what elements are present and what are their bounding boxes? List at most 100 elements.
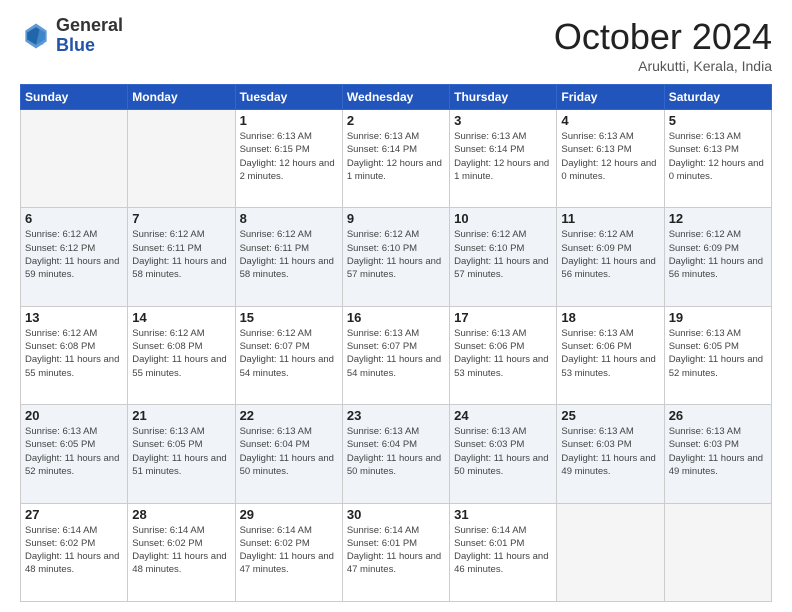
logo-text: General Blue <box>56 16 123 56</box>
calendar-cell: 5 Sunrise: 6:13 AMSunset: 6:13 PMDaylight… <box>664 110 771 208</box>
calendar-cell <box>664 503 771 601</box>
day-info: Sunrise: 6:13 AMSunset: 6:07 PMDaylight:… <box>347 327 445 380</box>
calendar-cell <box>21 110 128 208</box>
day-number: 16 <box>347 310 445 325</box>
calendar-cell <box>128 110 235 208</box>
day-number: 24 <box>454 408 552 423</box>
calendar-cell: 4 Sunrise: 6:13 AMSunset: 6:13 PMDaylight… <box>557 110 664 208</box>
day-info: Sunrise: 6:12 AMSunset: 6:08 PMDaylight:… <box>25 327 123 380</box>
day-number: 14 <box>132 310 230 325</box>
day-info: Sunrise: 6:13 AMSunset: 6:04 PMDaylight:… <box>347 425 445 478</box>
day-info: Sunrise: 6:12 AMSunset: 6:11 PMDaylight:… <box>132 228 230 281</box>
day-info: Sunrise: 6:12 AMSunset: 6:07 PMDaylight:… <box>240 327 338 380</box>
day-number: 9 <box>347 211 445 226</box>
day-info: Sunrise: 6:13 AMSunset: 6:05 PMDaylight:… <box>669 327 767 380</box>
day-number: 2 <box>347 113 445 128</box>
weekday-header: Friday <box>557 85 664 110</box>
day-info: Sunrise: 6:13 AMSunset: 6:03 PMDaylight:… <box>454 425 552 478</box>
day-number: 12 <box>669 211 767 226</box>
calendar-cell: 8 Sunrise: 6:12 AMSunset: 6:11 PMDaylight… <box>235 208 342 306</box>
day-info: Sunrise: 6:13 AMSunset: 6:14 PMDaylight:… <box>454 130 552 183</box>
weekday-header: Tuesday <box>235 85 342 110</box>
day-number: 21 <box>132 408 230 423</box>
day-number: 4 <box>561 113 659 128</box>
day-number: 15 <box>240 310 338 325</box>
calendar-week-row: 13 Sunrise: 6:12 AMSunset: 6:08 PMDayligh… <box>21 306 772 404</box>
day-number: 22 <box>240 408 338 423</box>
calendar-cell: 9 Sunrise: 6:12 AMSunset: 6:10 PMDaylight… <box>342 208 449 306</box>
day-number: 7 <box>132 211 230 226</box>
day-number: 30 <box>347 507 445 522</box>
logo: General Blue <box>20 16 123 56</box>
day-info: Sunrise: 6:12 AMSunset: 6:11 PMDaylight:… <box>240 228 338 281</box>
title-block: October 2024 Arukutti, Kerala, India <box>554 16 772 74</box>
calendar-cell: 25Sunrise: 6:13 AMSunset: 6:03 PMDayligh… <box>557 405 664 503</box>
day-info: Sunrise: 6:12 AMSunset: 6:09 PMDaylight:… <box>669 228 767 281</box>
calendar-cell: 6Sunrise: 6:12 AMSunset: 6:12 PMDaylight… <box>21 208 128 306</box>
day-info: Sunrise: 6:14 AMSunset: 6:02 PMDaylight:… <box>240 524 338 577</box>
page: General Blue October 2024 Arukutti, Kera… <box>0 0 792 612</box>
day-number: 23 <box>347 408 445 423</box>
day-number: 19 <box>669 310 767 325</box>
day-number: 11 <box>561 211 659 226</box>
day-number: 31 <box>454 507 552 522</box>
calendar-cell: 28 Sunrise: 6:14 AMSunset: 6:02 PMDayligh… <box>128 503 235 601</box>
day-number: 28 <box>132 507 230 522</box>
day-info: Sunrise: 6:12 AMSunset: 6:08 PMDaylight:… <box>132 327 230 380</box>
calendar-cell: 22 Sunrise: 6:13 AMSunset: 6:04 PMDayligh… <box>235 405 342 503</box>
calendar-cell: 13 Sunrise: 6:12 AMSunset: 6:08 PMDayligh… <box>21 306 128 404</box>
day-info: Sunrise: 6:13 AMSunset: 6:03 PMDaylight:… <box>561 425 659 478</box>
weekday-header: Sunday <box>21 85 128 110</box>
day-info: Sunrise: 6:13 AMSunset: 6:06 PMDaylight:… <box>561 327 659 380</box>
calendar-cell: 11Sunrise: 6:12 AMSunset: 6:09 PMDayligh… <box>557 208 664 306</box>
day-number: 13 <box>25 310 123 325</box>
calendar-cell: 24 Sunrise: 6:13 AMSunset: 6:03 PMDayligh… <box>450 405 557 503</box>
day-number: 3 <box>454 113 552 128</box>
day-number: 18 <box>561 310 659 325</box>
month-title: October 2024 <box>554 16 772 58</box>
day-number: 26 <box>669 408 767 423</box>
day-number: 27 <box>25 507 123 522</box>
day-number: 17 <box>454 310 552 325</box>
day-number: 20 <box>25 408 123 423</box>
weekday-header: Monday <box>128 85 235 110</box>
calendar-cell: 12 Sunrise: 6:12 AMSunset: 6:09 PMDayligh… <box>664 208 771 306</box>
calendar-cell: 10Sunrise: 6:12 AMSunset: 6:10 PMDayligh… <box>450 208 557 306</box>
calendar-cell: 2 Sunrise: 6:13 AMSunset: 6:14 PMDaylight… <box>342 110 449 208</box>
calendar-cell: 27Sunrise: 6:14 AMSunset: 6:02 PMDayligh… <box>21 503 128 601</box>
calendar-cell: 15 Sunrise: 6:12 AMSunset: 6:07 PMDayligh… <box>235 306 342 404</box>
calendar-week-row: 6Sunrise: 6:12 AMSunset: 6:12 PMDaylight… <box>21 208 772 306</box>
calendar-cell <box>557 503 664 601</box>
weekday-header-row: SundayMondayTuesdayWednesdayThursdayFrid… <box>21 85 772 110</box>
day-info: Sunrise: 6:13 AMSunset: 6:05 PMDaylight:… <box>132 425 230 478</box>
day-info: Sunrise: 6:14 AMSunset: 6:01 PMDaylight:… <box>347 524 445 577</box>
day-info: Sunrise: 6:13 AMSunset: 6:13 PMDaylight:… <box>669 130 767 183</box>
day-number: 5 <box>669 113 767 128</box>
day-info: Sunrise: 6:13 AMSunset: 6:04 PMDaylight:… <box>240 425 338 478</box>
calendar-cell: 29 Sunrise: 6:14 AMSunset: 6:02 PMDayligh… <box>235 503 342 601</box>
calendar-cell: 14 Sunrise: 6:12 AMSunset: 6:08 PMDayligh… <box>128 306 235 404</box>
day-info: Sunrise: 6:13 AMSunset: 6:15 PMDaylight:… <box>240 130 338 183</box>
header: General Blue October 2024 Arukutti, Kera… <box>20 16 772 74</box>
weekday-header: Wednesday <box>342 85 449 110</box>
calendar-cell: 1 Sunrise: 6:13 AMSunset: 6:15 PMDaylight… <box>235 110 342 208</box>
day-info: Sunrise: 6:12 AMSunset: 6:10 PMDaylight:… <box>347 228 445 281</box>
day-info: Sunrise: 6:12 AMSunset: 6:10 PMDaylight:… <box>454 228 552 281</box>
day-number: 8 <box>240 211 338 226</box>
calendar: SundayMondayTuesdayWednesdayThursdayFrid… <box>20 84 772 602</box>
calendar-cell: 26Sunrise: 6:13 AMSunset: 6:03 PMDayligh… <box>664 405 771 503</box>
weekday-header: Saturday <box>664 85 771 110</box>
day-info: Sunrise: 6:13 AMSunset: 6:14 PMDaylight:… <box>347 130 445 183</box>
calendar-cell: 19 Sunrise: 6:13 AMSunset: 6:05 PMDayligh… <box>664 306 771 404</box>
day-number: 29 <box>240 507 338 522</box>
day-info: Sunrise: 6:13 AMSunset: 6:06 PMDaylight:… <box>454 327 552 380</box>
calendar-cell: 17 Sunrise: 6:13 AMSunset: 6:06 PMDayligh… <box>450 306 557 404</box>
calendar-cell: 21 Sunrise: 6:13 AMSunset: 6:05 PMDayligh… <box>128 405 235 503</box>
day-number: 1 <box>240 113 338 128</box>
day-number: 6 <box>25 211 123 226</box>
calendar-week-row: 20 Sunrise: 6:13 AMSunset: 6:05 PMDayligh… <box>21 405 772 503</box>
day-info: Sunrise: 6:13 AMSunset: 6:13 PMDaylight:… <box>561 130 659 183</box>
calendar-cell: 18 Sunrise: 6:13 AMSunset: 6:06 PMDayligh… <box>557 306 664 404</box>
day-info: Sunrise: 6:14 AMSunset: 6:02 PMDaylight:… <box>132 524 230 577</box>
calendar-cell: 31Sunrise: 6:14 AMSunset: 6:01 PMDayligh… <box>450 503 557 601</box>
